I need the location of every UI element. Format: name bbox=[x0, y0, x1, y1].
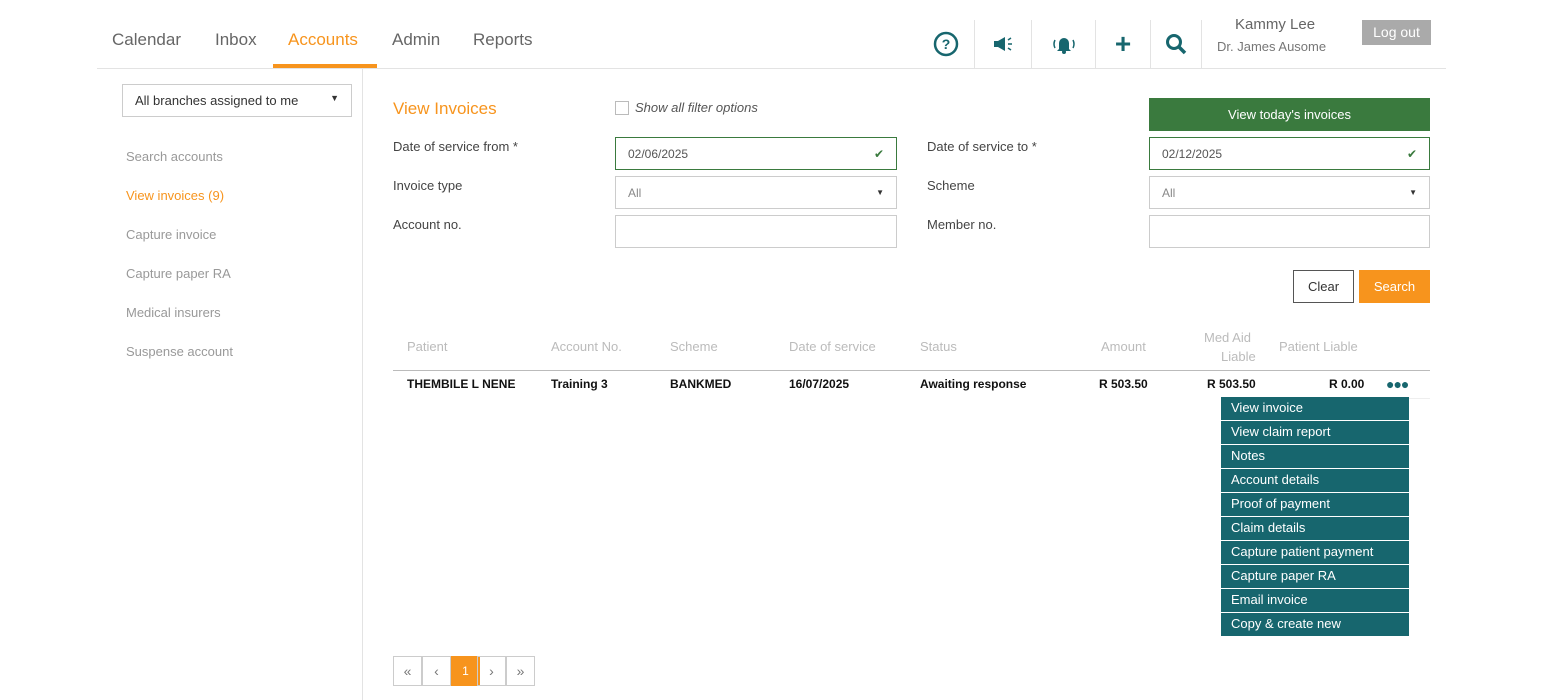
tab-reports[interactable]: Reports bbox=[473, 30, 533, 50]
cell-patient-liable: R 0.00 bbox=[1329, 377, 1365, 391]
row-actions-menu: View invoice View claim report Notes Acc… bbox=[1221, 397, 1409, 637]
col-date-of-service: Date of service bbox=[789, 339, 876, 354]
top-nav: Calendar Inbox Accounts Admin Reports ? … bbox=[97, 0, 1446, 69]
col-patient: Patient bbox=[407, 339, 448, 354]
menu-proof-of-payment[interactable]: Proof of payment bbox=[1221, 493, 1409, 517]
check-icon: ✔ bbox=[873, 146, 884, 161]
date-from-input[interactable]: 02/06/2025 ✔ bbox=[615, 137, 897, 170]
sidebar: All branches assigned to me ▼ Search acco… bbox=[97, 69, 363, 700]
logout-button[interactable]: Log out bbox=[1362, 20, 1431, 45]
user-name: Kammy Lee bbox=[1235, 16, 1316, 33]
help-icon[interactable]: ? bbox=[917, 20, 974, 68]
first-page-button[interactable]: « bbox=[393, 656, 422, 686]
menu-claim-details[interactable]: Claim details bbox=[1221, 517, 1409, 541]
search-button[interactable]: Search bbox=[1359, 270, 1430, 303]
scheme-select[interactable]: All ▼ bbox=[1149, 176, 1430, 209]
clear-button[interactable]: Clear bbox=[1293, 270, 1354, 303]
menu-notes[interactable]: Notes bbox=[1221, 445, 1409, 469]
menu-email-invoice[interactable]: Email invoice bbox=[1221, 589, 1409, 613]
chevron-down-icon: ▼ bbox=[330, 93, 339, 103]
branch-select-value: All branches assigned to me bbox=[135, 93, 299, 108]
col-amount: Amount bbox=[1101, 339, 1146, 354]
page-1-button[interactable]: 1 bbox=[451, 656, 480, 686]
date-to-input[interactable]: 02/12/2025 ✔ bbox=[1149, 137, 1430, 170]
cell-scheme: BANKMED bbox=[670, 377, 732, 391]
tab-admin[interactable]: Admin bbox=[392, 30, 440, 50]
menu-view-invoice[interactable]: View invoice bbox=[1221, 397, 1409, 421]
sidebar-item-capture-paper-ra[interactable]: Capture paper RA bbox=[126, 266, 231, 281]
divider bbox=[1201, 20, 1202, 68]
active-tab-indicator bbox=[273, 64, 377, 68]
menu-view-claim-report[interactable]: View claim report bbox=[1221, 421, 1409, 445]
next-page-button[interactable]: › bbox=[477, 656, 506, 686]
member-no-label: Member no. bbox=[927, 217, 997, 232]
menu-copy-create-new[interactable]: Copy & create new bbox=[1221, 613, 1409, 637]
menu-account-details[interactable]: Account details bbox=[1221, 469, 1409, 493]
menu-capture-paper-ra[interactable]: Capture paper RA bbox=[1221, 565, 1409, 589]
col-med-aid-liable: Liable bbox=[1221, 349, 1256, 364]
chevron-down-icon: ▼ bbox=[1409, 188, 1417, 197]
show-all-label: Show all filter options bbox=[635, 100, 758, 115]
date-to-label: Date of service to * bbox=[927, 139, 1037, 154]
last-page-button[interactable]: » bbox=[506, 656, 535, 686]
col-med-aid: Med Aid bbox=[1204, 330, 1251, 345]
header-divider bbox=[393, 370, 1430, 371]
plus-icon[interactable]: + bbox=[1095, 20, 1150, 68]
cell-patient: THEMBILE L NENE bbox=[407, 377, 516, 391]
cell-med-aid: R 503.50 bbox=[1207, 377, 1256, 391]
date-from-label: Date of service from * bbox=[393, 139, 518, 154]
show-all-checkbox[interactable] bbox=[615, 101, 629, 115]
menu-capture-patient-payment[interactable]: Capture patient payment bbox=[1221, 541, 1409, 565]
branch-select[interactable]: All branches assigned to me ▼ bbox=[122, 84, 352, 117]
account-no-label: Account no. bbox=[393, 217, 462, 232]
sidebar-item-search-accounts[interactable]: Search accounts bbox=[126, 149, 223, 164]
page-title: View Invoices bbox=[393, 99, 497, 118]
col-patient-liable: Patient Liable bbox=[1279, 339, 1358, 354]
sidebar-item-capture-invoice[interactable]: Capture invoice bbox=[126, 227, 216, 242]
bell-icon[interactable] bbox=[1031, 20, 1095, 68]
svg-text:?: ? bbox=[941, 36, 950, 52]
sidebar-item-suspense-account[interactable]: Suspense account bbox=[126, 344, 233, 359]
practice-name: Dr. James Ausome bbox=[1217, 39, 1327, 54]
cell-account: Training 3 bbox=[551, 377, 608, 391]
account-no-input[interactable] bbox=[615, 215, 897, 248]
tab-accounts[interactable]: Accounts bbox=[288, 30, 358, 50]
more-actions-icon[interactable]: ●●● bbox=[1386, 376, 1409, 392]
megaphone-icon[interactable] bbox=[974, 20, 1031, 68]
prev-page-button[interactable]: ‹ bbox=[422, 656, 451, 686]
col-scheme: Scheme bbox=[670, 339, 718, 354]
chevron-down-icon: ▼ bbox=[876, 188, 884, 197]
sidebar-item-medical-insurers[interactable]: Medical insurers bbox=[126, 305, 221, 320]
cell-amount: R 503.50 bbox=[1099, 377, 1148, 391]
tab-inbox[interactable]: Inbox bbox=[215, 30, 257, 50]
sidebar-item-view-invoices[interactable]: View invoices (9) bbox=[126, 188, 224, 203]
invoice-type-label: Invoice type bbox=[393, 178, 463, 193]
view-todays-invoices-button[interactable]: View today's invoices bbox=[1149, 98, 1430, 131]
cell-status: Awaiting response bbox=[920, 377, 1027, 391]
date-from-value: 02/06/2025 bbox=[628, 146, 689, 161]
tab-calendar[interactable]: Calendar bbox=[112, 30, 181, 50]
col-account-no: Account No. bbox=[551, 339, 622, 354]
col-status: Status bbox=[920, 339, 957, 354]
invoice-type-value: All bbox=[628, 185, 642, 200]
member-no-input[interactable] bbox=[1149, 215, 1430, 248]
scheme-value: All bbox=[1162, 185, 1176, 200]
scheme-label: Scheme bbox=[927, 178, 975, 193]
cell-date: 16/07/2025 bbox=[789, 377, 850, 391]
date-to-value: 02/12/2025 bbox=[1162, 146, 1223, 161]
search-icon[interactable] bbox=[1150, 20, 1201, 68]
check-icon: ✔ bbox=[1406, 146, 1417, 161]
invoice-type-select[interactable]: All ▼ bbox=[615, 176, 897, 209]
